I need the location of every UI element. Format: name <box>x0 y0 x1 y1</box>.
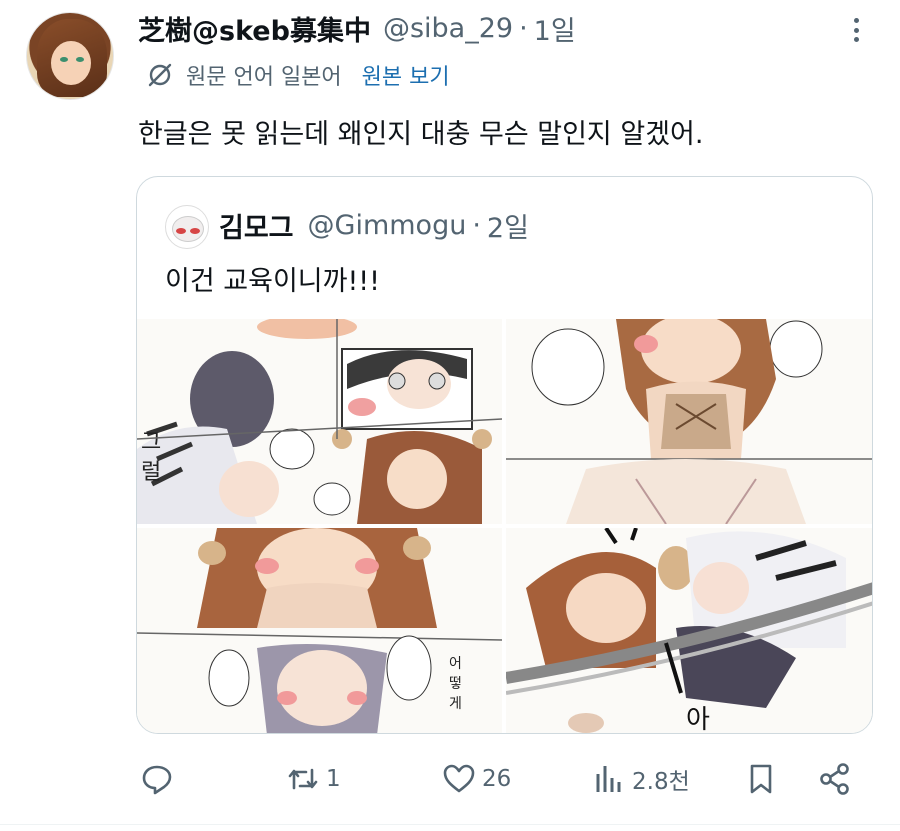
avatar-face <box>51 41 91 85</box>
more-dot <box>853 18 859 23</box>
retweet-icon <box>288 768 318 790</box>
quoted-author-avatar[interactable] <box>165 205 209 249</box>
view-count: 2.8천 <box>632 769 690 795</box>
tweet-header: 芝樹@skeb募集中 @siba_29 · 1일 <box>138 9 576 48</box>
svg-text:어: 어 <box>449 656 462 672</box>
separator-dot: · <box>519 12 528 44</box>
show-original-link[interactable]: 원본 보기 <box>362 59 450 91</box>
translation-row: 원문 언어 일본어 원본 보기 <box>146 58 450 92</box>
tweet-timestamp[interactable]: 1일 <box>534 9 576 48</box>
separator-dot: · <box>472 209 481 241</box>
avatar-eye <box>60 57 68 62</box>
share-icon <box>820 763 849 795</box>
author-display-name[interactable]: 芝樹@skeb募集中 <box>138 9 371 48</box>
media-grid: 그 럴 어 떻 게 아 <box>137 319 872 734</box>
views-icon <box>596 766 621 792</box>
comic-art: 어 떻 게 <box>137 528 502 733</box>
retweet-button[interactable]: 1 <box>286 756 341 802</box>
comic-panel-4[interactable]: 아 <box>506 528 872 734</box>
svg-text:럴: 럴 <box>141 460 161 485</box>
svg-text:떻: 떻 <box>449 676 462 692</box>
comic-art: 그 럴 <box>137 319 502 524</box>
reply-icon <box>142 765 172 795</box>
more-dot <box>853 27 859 33</box>
quoted-author-display-name[interactable]: 김모그 <box>219 206 294 245</box>
share-button[interactable] <box>818 756 852 802</box>
quoted-avatar-shape <box>190 228 200 234</box>
comic-panel-3[interactable]: 어 떻 게 <box>137 528 502 733</box>
bookmark-icon <box>750 764 772 794</box>
comic-panel-2[interactable] <box>506 319 872 524</box>
svg-text:그: 그 <box>141 430 161 455</box>
more-dot <box>853 37 859 42</box>
retweet-count: 1 <box>326 766 341 792</box>
quoted-tweet-card[interactable]: 김모그 @Gimmogu · 2일 이건 교육이니까!!! 그 럴 어 떻 게 … <box>136 176 873 734</box>
comic-art: 아 <box>506 528 872 734</box>
quoted-tweet-text: 이건 교육이니까!!! <box>165 266 380 297</box>
comic-art <box>506 319 872 524</box>
divider <box>0 824 900 825</box>
like-count: 26 <box>482 766 512 792</box>
reply-button[interactable] <box>140 756 180 802</box>
quoted-tweet-header: 김모그 @Gimmogu · 2일 <box>219 205 529 245</box>
quoted-author-handle[interactable]: @Gimmogu <box>308 210 467 241</box>
more-vertical-icon[interactable] <box>846 14 866 46</box>
avatar-eye <box>76 57 84 62</box>
translation-language-label: 원문 언어 일본어 <box>186 65 342 90</box>
views-button[interactable]: 2.8천 <box>592 756 690 802</box>
quoted-avatar-shape <box>176 228 186 234</box>
bookmark-button[interactable] <box>744 756 778 802</box>
author-avatar[interactable] <box>26 12 114 100</box>
svg-text:게: 게 <box>449 696 462 712</box>
tweet-text: 한글은 못 읽는데 왜인지 대충 무슨 말인지 알겠어. <box>138 119 704 150</box>
author-handle[interactable]: @siba_29 <box>383 13 513 44</box>
quoted-tweet-timestamp[interactable]: 2일 <box>487 206 529 245</box>
svg-text:아: 아 <box>686 705 710 734</box>
translate-icon <box>148 63 172 87</box>
comic-panel-1[interactable]: 그 럴 <box>137 319 502 524</box>
tweet-action-bar: 1 26 2.8천 <box>0 752 900 806</box>
heart-icon <box>443 764 475 793</box>
like-button[interactable]: 26 <box>442 756 511 802</box>
